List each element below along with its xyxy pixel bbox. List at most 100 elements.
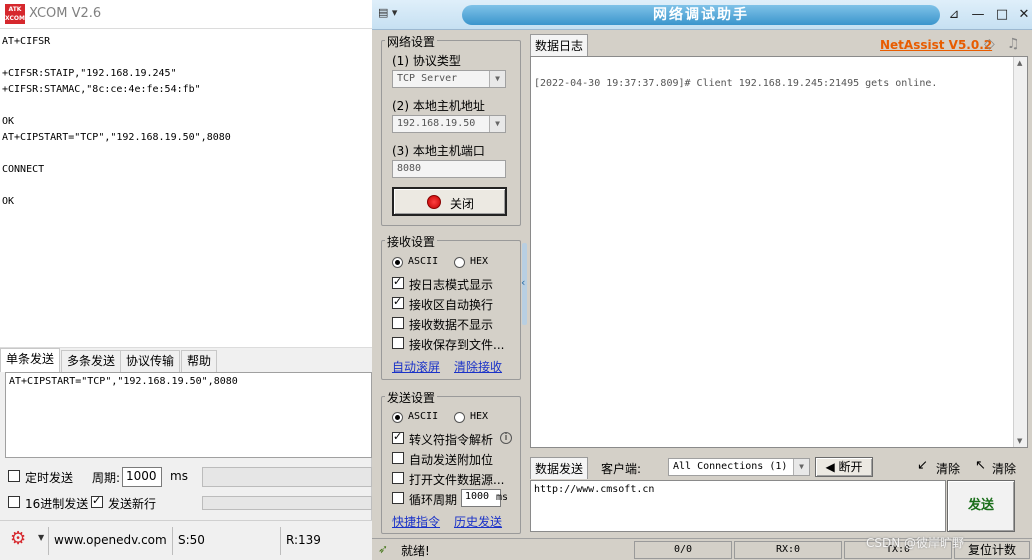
arrow-left-icon: ◀ <box>825 460 835 474</box>
protocol-select[interactable]: TCP Server ▼ <box>392 70 506 88</box>
send-input[interactable]: http://www.cmsoft.cn <box>530 480 946 532</box>
tab-data-send[interactable]: 数据发送 <box>530 457 589 479</box>
status-rx: RX:0 <box>734 541 842 559</box>
minimize-icon[interactable]: — <box>968 6 988 24</box>
data-log-pane[interactable]: [2022-04-30 19:37:37.809]# Client 192.16… <box>530 56 1028 448</box>
append-bits-label: 自动发送附加位 <box>409 453 494 467</box>
escape-parse-label: 转义符指令解析 <box>409 433 494 447</box>
xcom-window: ATK XCOM XCOM V2.6 AT+CIFSR +CIFSR:STAIP,… <box>0 0 372 560</box>
auto-wrap-checkbox[interactable] <box>392 295 404 309</box>
hex-send-label: 16进制发送 <box>25 497 89 511</box>
escape-parse-checkbox[interactable] <box>392 430 404 444</box>
chevron-down-icon[interactable]: ▼ <box>793 459 809 475</box>
reset-count-button[interactable]: 复位计数 <box>954 541 1030 559</box>
close-connection-button[interactable]: 关闭 <box>392 187 507 216</box>
recv-hex-label: HEX <box>470 256 489 267</box>
tab-multi-send[interactable]: 多条发送 <box>61 350 122 372</box>
quick-commands-link[interactable]: 快捷指令 <box>392 513 440 530</box>
loop-period-label: 循环周期 <box>409 493 458 507</box>
watermark: CSDN @彼岸旷野 <box>866 536 965 550</box>
status-count: 0/0 <box>634 541 732 559</box>
send-ascii-radio[interactable] <box>392 412 403 423</box>
send-newline-checkbox[interactable] <box>91 494 103 508</box>
hex-send-checkbox[interactable] <box>8 496 20 508</box>
hide-recv-checkbox[interactable] <box>392 317 404 329</box>
netassist-window-title: 网络调试助手 <box>462 5 940 25</box>
tab-protocol[interactable]: 协议传输 <box>120 350 181 372</box>
reset-button[interactable]: 清除 <box>992 460 1016 477</box>
xcom-window-title: XCOM V2.6 <box>29 6 102 21</box>
close-icon[interactable]: ✕ <box>1014 6 1032 24</box>
host-select[interactable]: 192.168.19.50 ▼ <box>392 115 506 133</box>
status-url[interactable]: www.openedv.com <box>54 533 167 547</box>
xcom-progress-bar <box>202 496 372 510</box>
xcom-logo-icon: ATK XCOM <box>5 4 25 24</box>
chevron-down-icon[interactable]: ▼ <box>38 533 44 542</box>
chevron-down-icon[interactable]: ▼ <box>489 71 505 87</box>
pin-icon[interactable]: ⊿ <box>944 6 964 24</box>
log-scrollbar[interactable]: ▲ ▼ <box>1013 57 1027 447</box>
log-mode-checkbox[interactable] <box>392 275 404 289</box>
clear-send-icon[interactable]: ↙ <box>917 458 928 473</box>
period-label: 周期: <box>92 471 121 485</box>
file-source-checkbox[interactable] <box>392 472 404 484</box>
auto-wrap-label: 接收区自动换行 <box>409 298 494 312</box>
file-source-label: 打开文件数据源... <box>409 473 505 487</box>
tab-data-log[interactable]: 数据日志 <box>530 34 589 56</box>
status-ready-icon: ➶ <box>378 542 389 556</box>
hide-recv-label: 接收数据不显示 <box>409 318 494 332</box>
save-to-file-checkbox[interactable] <box>392 337 404 349</box>
status-ready-text: 就绪! <box>401 544 430 558</box>
status-received-count: R:139 <box>286 533 321 547</box>
protocol-label: (1) 协议类型 <box>392 54 461 68</box>
loop-period-input[interactable]: 1000 <box>461 489 501 507</box>
period-unit: ms <box>170 469 188 483</box>
host-label: (2) 本地主机地址 <box>392 99 485 113</box>
gear-icon[interactable]: ⚙ <box>10 529 30 549</box>
recv-hex-radio[interactable] <box>454 257 465 268</box>
receive-settings-title: 接收设置 <box>385 233 438 250</box>
send-hex-label: HEX <box>470 411 489 422</box>
status-sent-count: S:50 <box>178 533 205 547</box>
netassist-brand[interactable]: NetAssist V5.0.2 <box>880 38 992 52</box>
append-bits-checkbox[interactable] <box>392 452 404 464</box>
auto-scroll-link[interactable]: 自动滚屏 <box>392 358 440 375</box>
period-input[interactable]: 1000 <box>122 467 162 487</box>
save-to-file-label: 接收保存到文件... <box>409 338 505 352</box>
port-input[interactable]: 8080 <box>392 160 506 178</box>
xcom-open-file-button[interactable] <box>202 467 372 487</box>
send-history-link[interactable]: 历史发送 <box>454 513 502 530</box>
xcom-send-input[interactable]: AT+CIPSTART="TCP","192.168.19.50",8080 <box>5 372 372 458</box>
timed-send-checkbox[interactable] <box>8 470 20 482</box>
info-icon[interactable]: i <box>500 432 512 444</box>
netassist-window: ▤ ▾ 网络调试助手 ⊿ — □ ✕ 网络设置 (1) 协议类型 TCP Ser… <box>372 0 1032 560</box>
chevron-left-icon[interactable]: ‹ <box>521 276 525 289</box>
disconnect-button[interactable]: ◀ 断开 <box>815 457 873 477</box>
port-label: (3) 本地主机端口 <box>392 144 485 158</box>
chevron-down-icon[interactable]: ▼ <box>489 116 505 132</box>
send-hex-radio[interactable] <box>454 412 465 423</box>
log-mode-label: 按日志模式显示 <box>409 278 494 292</box>
send-newline-label: 发送新行 <box>108 497 157 511</box>
log-line: [2022-04-30 19:37:37.809]# Client 192.16… <box>534 78 938 89</box>
recv-ascii-radio[interactable] <box>392 257 403 268</box>
reset-icon[interactable]: ↖ <box>975 458 986 473</box>
network-settings-title: 网络设置 <box>385 33 438 50</box>
clear-recv-link[interactable]: 清除接收 <box>454 358 502 375</box>
recv-ascii-label: ASCII <box>408 256 439 267</box>
maximize-icon[interactable]: □ <box>992 6 1012 24</box>
tab-single-send[interactable]: 单条发送 <box>0 348 61 372</box>
send-button[interactable]: 发送 <box>947 480 1015 532</box>
bell-icon[interactable]: ♫ <box>1007 36 1020 52</box>
clear-send-button[interactable]: 清除 <box>936 460 960 477</box>
xcom-titlebar: ATK XCOM XCOM V2.6 <box>0 0 372 28</box>
loop-period-unit: ms <box>496 492 509 503</box>
window-menu-icon[interactable]: ▤ ▾ <box>378 6 414 24</box>
xcom-receive-area[interactable]: AT+CIFSR +CIFSR:STAIP,"192.168.19.245" +… <box>0 28 372 348</box>
xcom-tab-bar: 单条发送 多条发送 协议传输 帮助 <box>0 348 372 372</box>
tab-help[interactable]: 帮助 <box>181 350 218 372</box>
loop-period-checkbox[interactable] <box>392 492 404 504</box>
diamond-icon[interactable]: ◇ <box>984 36 995 52</box>
xcom-status-bar: ⚙ ▼ www.openedv.com S:50 R:139 <box>0 520 372 560</box>
client-select[interactable]: All Connections (1) ▼ <box>668 458 810 476</box>
